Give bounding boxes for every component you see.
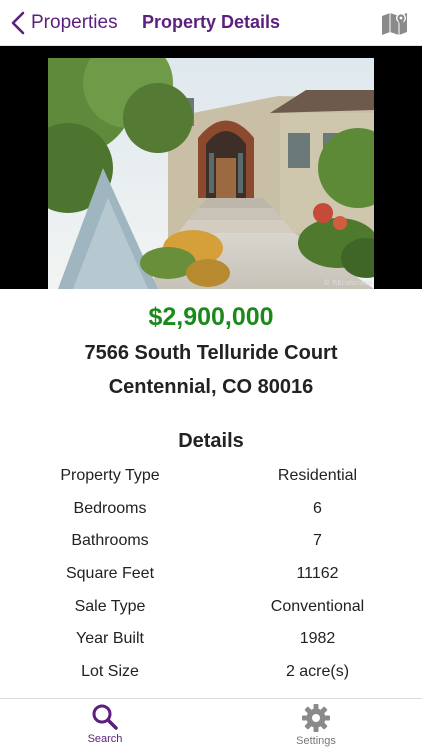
map-button[interactable] (380, 8, 410, 38)
detail-label: Bathrooms (71, 532, 149, 550)
details-table: Property Type Residential Bedrooms 6 Bat… (0, 460, 422, 688)
search-icon (92, 704, 118, 730)
detail-value: 6 (313, 499, 322, 517)
detail-row-lot-size: Lot Size 2 acre(s) (0, 656, 422, 689)
detail-label: Square Feet (65, 565, 155, 583)
gear-icon (302, 704, 330, 732)
detail-row-sale-type: Sale Type Conventional (0, 590, 422, 623)
detail-value: 1982 (299, 630, 336, 648)
property-photo[interactable]: © REcolorado (48, 58, 374, 289)
detail-label: Bedrooms (73, 499, 147, 517)
detail-row-property-type: Property Type Residential (0, 460, 422, 493)
tab-search[interactable]: Search (65, 703, 145, 745)
navigation-bar: Properties Property Details (0, 0, 422, 46)
tab-bar: Search Settings (0, 698, 422, 750)
detail-value: Conventional (270, 597, 365, 615)
address-city: Centennial, CO 80016 (108, 376, 314, 398)
detail-value: 2 acre(s) (285, 662, 350, 680)
details-heading: Details (178, 430, 244, 452)
tab-settings[interactable]: Settings (276, 703, 356, 747)
detail-label: Year Built (76, 630, 144, 648)
detail-row-square-feet: Square Feet 11162 (0, 558, 422, 591)
map-icon (382, 13, 407, 35)
photo-credit: © REcolorado (323, 279, 372, 287)
tab-search-label: Search (87, 733, 123, 745)
detail-value: Residential (277, 467, 358, 485)
detail-value: 7 (313, 532, 322, 550)
listing-price: $2,900,000 (148, 303, 274, 331)
detail-row-bedrooms: Bedrooms 6 (0, 493, 422, 526)
detail-label: Property Type (60, 467, 160, 485)
detail-row-year-built: Year Built 1982 (0, 623, 422, 656)
tab-settings-label: Settings (296, 735, 336, 747)
house-photo-illustration (48, 58, 374, 289)
detail-value: 11162 (296, 565, 339, 583)
photo-container: © REcolorado (0, 46, 422, 289)
detail-row-bathrooms: Bathrooms 7 (0, 525, 422, 558)
page-title: Property Details (141, 12, 281, 32)
detail-label: Lot Size (81, 662, 139, 680)
address-street: 7566 South Telluride Court (84, 342, 338, 364)
detail-label: Sale Type (74, 597, 146, 615)
